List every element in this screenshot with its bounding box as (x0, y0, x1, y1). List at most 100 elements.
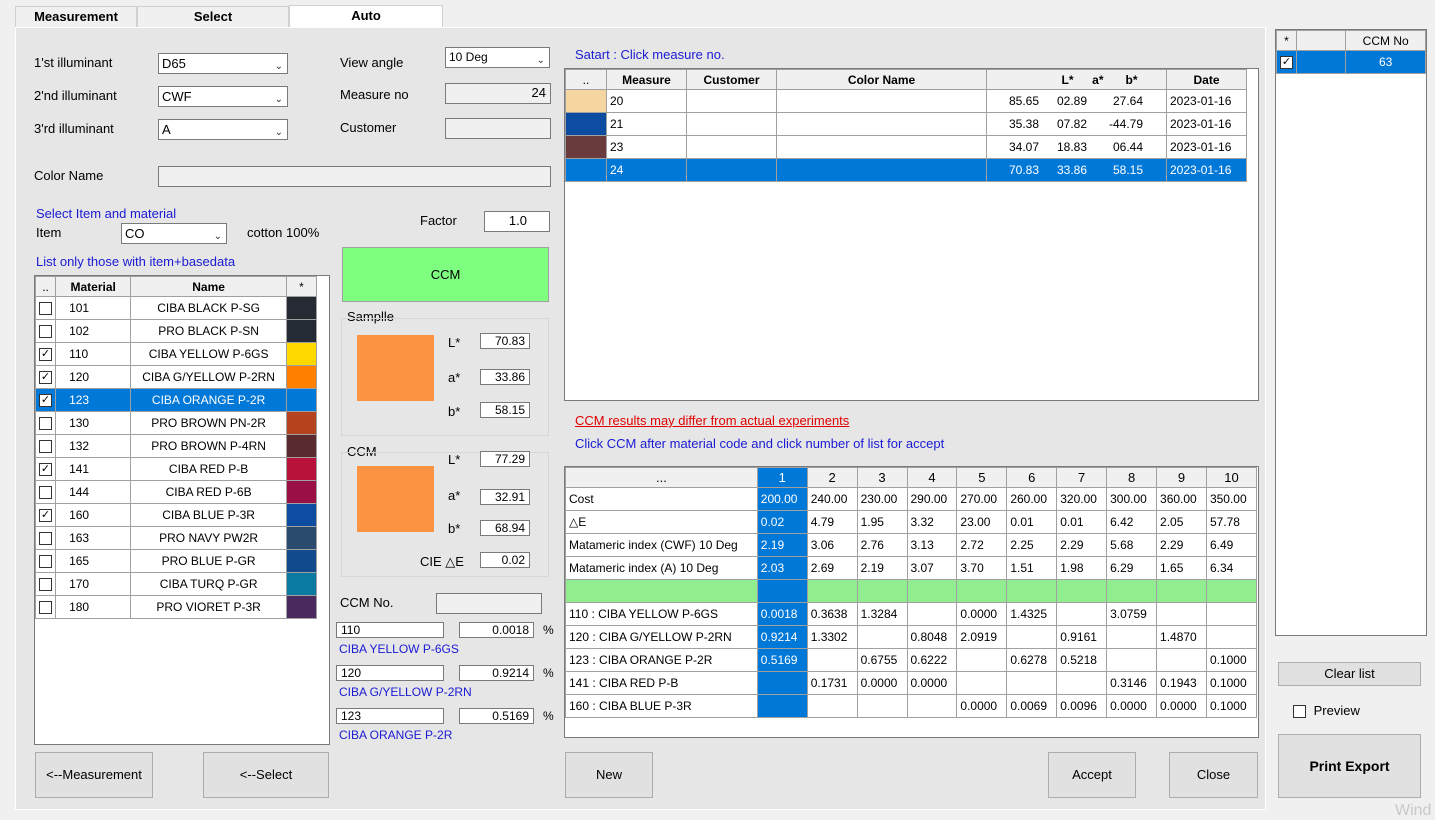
material-checkbox[interactable] (39, 578, 53, 592)
results-cell[interactable]: 0.0000 (1106, 694, 1158, 718)
material-check-cell[interactable]: ✓ (35, 342, 57, 366)
recipe-pct-field[interactable]: 0.5169 (459, 708, 534, 724)
material-checkbox[interactable]: ✓ (39, 394, 53, 408)
ccm-list-col-blank[interactable] (1295, 30, 1347, 51)
results-cell[interactable]: 0.02 (756, 510, 808, 534)
results-cell[interactable] (806, 694, 858, 718)
material-row[interactable]: ✓ 123 CIBA ORANGE P-2R (35, 388, 318, 412)
results-cell[interactable]: 2.03 (756, 556, 808, 580)
material-row[interactable]: ✓ 141 CIBA RED P-B (35, 457, 318, 481)
results-cell[interactable]: 2.19 (856, 556, 908, 580)
results-cell[interactable]: 3.70 (956, 556, 1008, 580)
results-cell[interactable]: 0.1943 (1156, 671, 1207, 695)
close-button[interactable]: Close (1169, 752, 1258, 798)
clear-list-button[interactable]: Clear list (1278, 662, 1421, 686)
back-to-measurement-button[interactable]: <--Measurement (35, 752, 153, 798)
results-cell[interactable]: 1.3302 (806, 625, 858, 649)
accept-button[interactable]: Accept (1048, 752, 1136, 798)
results-cell[interactable] (1106, 625, 1158, 649)
material-row[interactable]: ✓ 110 CIBA YELLOW P-6GS (35, 342, 318, 366)
material-row[interactable]: 102 PRO BLACK P-SN (35, 319, 318, 343)
results-cell[interactable]: 0.6222 (906, 648, 958, 672)
illuminant1-select[interactable]: D65 ⌄ (158, 53, 288, 74)
results-cell[interactable]: 0.01 (1056, 510, 1108, 534)
results-cell[interactable]: 1.4325 (1006, 602, 1058, 626)
results-cell[interactable]: 2.19 (756, 533, 808, 557)
material-row[interactable]: ✓ 120 CIBA G/YELLOW P-2RN (35, 365, 318, 389)
new-button[interactable]: New (565, 752, 653, 798)
material-check-cell[interactable]: ✓ (35, 388, 57, 412)
print-export-button[interactable]: Print Export (1278, 734, 1421, 798)
material-col-check[interactable]: .. (35, 276, 57, 297)
material-check-cell[interactable] (35, 572, 57, 596)
results-cell[interactable] (956, 648, 1008, 672)
material-row[interactable]: 170 CIBA TURQ P-GR (35, 572, 318, 596)
results-cell[interactable] (1106, 579, 1158, 603)
material-checkbox[interactable] (39, 555, 53, 569)
illuminant3-select[interactable]: A ⌄ (158, 119, 288, 140)
results-cell[interactable]: 4.79 (806, 510, 858, 534)
results-cell[interactable]: 6.49 (1205, 533, 1258, 557)
material-checkbox[interactable]: ✓ (39, 463, 53, 477)
results-cell[interactable]: 2.69 (806, 556, 858, 580)
measure-row[interactable]: 23 34.07 18.83 06.44 2023-01-16 (565, 135, 1247, 159)
results-cell[interactable]: 260.00 (1006, 487, 1058, 511)
results-cell[interactable]: 23.00 (956, 510, 1008, 534)
results-cell[interactable]: 0.9214 (756, 625, 808, 649)
results-cell[interactable] (806, 648, 858, 672)
cie-de-field[interactable]: 0.02 (480, 552, 530, 568)
material-check-cell[interactable]: ✓ (35, 503, 57, 527)
results-cell[interactable]: 2.29 (1156, 533, 1207, 557)
material-row[interactable]: 130 PRO BROWN PN-2R (35, 411, 318, 435)
sample-l-field[interactable]: 70.83 (480, 333, 530, 349)
results-col-8[interactable]: 8 (1106, 467, 1158, 488)
back-to-select-button[interactable]: <--Select (203, 752, 329, 798)
results-cell[interactable]: 3.06 (806, 533, 858, 557)
material-checkbox[interactable] (39, 417, 53, 431)
results-cell[interactable]: 230.00 (856, 487, 908, 511)
results-cell[interactable]: 200.00 (756, 487, 808, 511)
results-cell[interactable]: 240.00 (806, 487, 858, 511)
measure-col-lab[interactable]: L* a* b* (986, 69, 1167, 90)
results-cell[interactable] (1006, 625, 1058, 649)
results-col-label[interactable]: ... (565, 467, 758, 488)
results-cell[interactable]: 0.0000 (906, 671, 958, 695)
material-row[interactable]: 180 PRO VIORET P-3R (35, 595, 318, 619)
material-checkbox[interactable]: ✓ (39, 348, 53, 362)
results-cell[interactable]: 1.51 (1006, 556, 1058, 580)
results-cell[interactable]: 2.72 (956, 533, 1008, 557)
results-col-3[interactable]: 3 (856, 467, 908, 488)
results-cell[interactable]: 1.95 (856, 510, 908, 534)
results-cell[interactable] (756, 694, 808, 718)
material-checkbox[interactable] (39, 486, 53, 500)
results-cell[interactable]: 6.34 (1205, 556, 1258, 580)
results-cell[interactable] (856, 579, 908, 603)
material-row[interactable]: 101 CIBA BLACK P-SG (35, 296, 318, 320)
results-cell[interactable]: 350.00 (1205, 487, 1258, 511)
material-row[interactable]: 144 CIBA RED P-6B (35, 480, 318, 504)
results-cell[interactable] (1056, 602, 1108, 626)
recipe-pct-field[interactable]: 0.0018 (459, 622, 534, 638)
measure-col-measure[interactable]: Measure (606, 69, 687, 90)
recipe-code-field[interactable]: 123 (336, 708, 444, 724)
results-cell[interactable]: 6.42 (1106, 510, 1158, 534)
illuminant2-select[interactable]: CWF ⌄ (158, 86, 288, 107)
material-row[interactable]: 165 PRO BLUE P-GR (35, 549, 318, 573)
material-check-cell[interactable] (35, 319, 57, 343)
material-checkbox[interactable] (39, 601, 53, 615)
measure-no-field[interactable]: 24 (445, 83, 551, 104)
results-cell[interactable] (1156, 579, 1207, 603)
results-cell[interactable] (1156, 648, 1207, 672)
material-check-cell[interactable] (35, 526, 57, 550)
results-cell[interactable]: 0.1000 (1205, 648, 1258, 672)
results-cell[interactable] (756, 671, 808, 695)
sample-b-field[interactable]: 58.15 (480, 402, 530, 418)
results-cell[interactable]: 1.3284 (856, 602, 908, 626)
results-cell[interactable]: 0.0000 (956, 694, 1008, 718)
results-cell[interactable] (756, 579, 808, 603)
results-cell[interactable]: 3.13 (906, 533, 958, 557)
measure-col-date[interactable]: Date (1166, 69, 1247, 90)
ccm-l-field[interactable]: 77.29 (480, 451, 530, 467)
ccm-no-field[interactable] (436, 593, 542, 614)
recipe-pct-field[interactable]: 0.9214 (459, 665, 534, 681)
